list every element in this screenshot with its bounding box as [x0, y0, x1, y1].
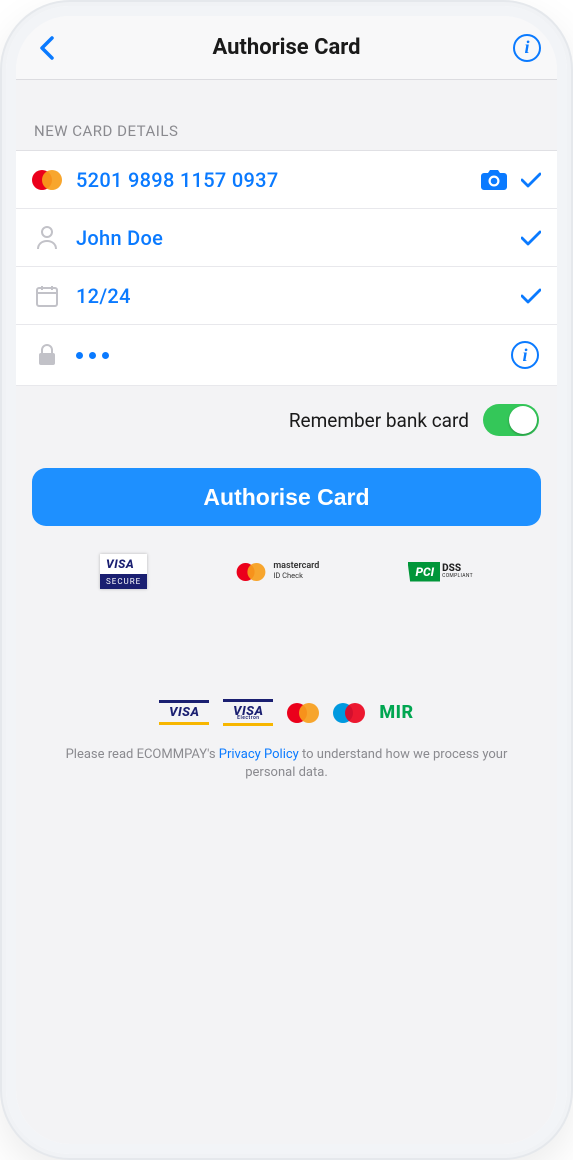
mastercard-icon	[237, 563, 266, 581]
pci-sub-text: COMPLIANT	[442, 574, 473, 579]
cvv-value	[76, 352, 495, 359]
visa-secure-logo-text: VISA	[100, 554, 147, 574]
info-icon: i	[513, 34, 541, 62]
screen: Authorise Card i NEW CARD DETAILS 5201 9…	[16, 16, 557, 1144]
mastercard-logo	[287, 703, 319, 723]
mir-logo: MIR	[379, 702, 413, 723]
toggle-knob	[509, 406, 537, 434]
calendar-icon	[32, 285, 62, 307]
cvv-info-button[interactable]: i	[509, 339, 541, 371]
pci-flag: PCI	[408, 562, 441, 582]
visa-logo: VISA	[159, 700, 209, 725]
top-bar: Authorise Card i	[16, 16, 557, 80]
section-header: NEW CARD DETAILS	[16, 80, 557, 151]
cvv-row[interactable]: i	[16, 325, 557, 386]
expiry-value: 12/24	[76, 284, 507, 308]
expiry-row[interactable]: 12/24	[16, 267, 557, 325]
info-button[interactable]: i	[511, 32, 543, 64]
card-number-row[interactable]: 5201 9898 1157 0937	[16, 151, 557, 209]
mastercard-idcheck-badge: mastercard ID Check	[235, 562, 319, 582]
card-number-value: 5201 9898 1157 0937	[76, 168, 467, 192]
back-button[interactable]	[30, 32, 62, 64]
info-icon: i	[511, 341, 539, 369]
device-bezel: Authorise Card i NEW CARD DETAILS 5201 9…	[6, 6, 567, 1154]
valid-check-icon	[521, 172, 541, 188]
security-badges: VISA SECURE mastercard ID Check PCI DSS …	[56, 554, 517, 589]
privacy-text: Please read ECOMMPAY's Privacy Policy to…	[56, 746, 517, 782]
mc-idcheck-bot: ID Check	[273, 572, 319, 580]
remember-row: Remember bank card	[16, 386, 557, 446]
chevron-left-icon	[39, 36, 54, 60]
maestro-logo	[333, 703, 365, 723]
cvv-dots-icon	[76, 352, 495, 359]
remember-label: Remember bank card	[289, 409, 469, 432]
scan-card-button[interactable]	[481, 170, 507, 190]
mc-idcheck-top: mastercard	[273, 561, 319, 571]
privacy-policy-link[interactable]: Privacy Policy	[219, 747, 299, 762]
camera-icon	[481, 170, 507, 190]
device-frame: Authorise Card i NEW CARD DETAILS 5201 9…	[0, 0, 573, 1160]
cardholder-value: John Doe	[76, 226, 507, 250]
authorise-button[interactable]: Authorise Card	[32, 468, 541, 526]
privacy-pre: Please read ECOMMPAY's	[66, 747, 219, 762]
lock-icon	[32, 344, 62, 366]
person-icon	[32, 226, 62, 250]
pci-dss-badge: PCI DSS COMPLIANT	[408, 562, 473, 582]
visa-electron-sub: Electron	[223, 715, 273, 721]
visa-secure-sub-text: SECURE	[100, 574, 147, 589]
card-networks: VISA VISA Electron MIR	[16, 699, 557, 726]
page-title: Authorise Card	[62, 35, 511, 60]
valid-check-icon	[521, 230, 541, 246]
cardholder-row[interactable]: John Doe	[16, 209, 557, 267]
remember-toggle[interactable]	[483, 404, 539, 436]
visa-secure-badge: VISA SECURE	[100, 554, 147, 589]
visa-electron-logo: VISA Electron	[223, 699, 273, 726]
valid-check-icon	[521, 288, 541, 304]
mastercard-icon	[32, 170, 62, 190]
